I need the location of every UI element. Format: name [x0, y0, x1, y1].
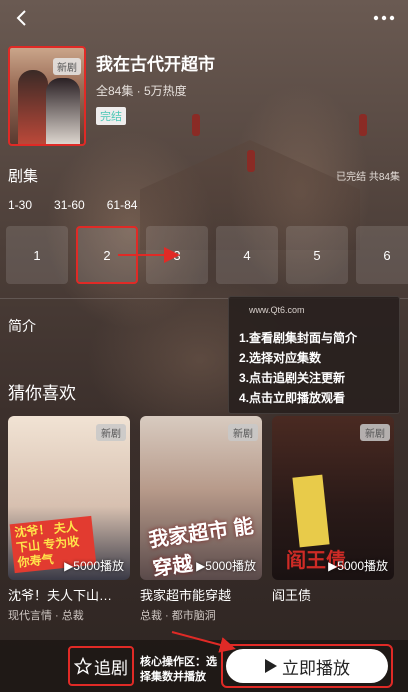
episode-grid: 1 2 3 4 5 6: [6, 226, 408, 284]
star-icon: [74, 657, 92, 675]
episode-button-selected[interactable]: 2: [76, 226, 138, 284]
range-tab[interactable]: 1-30: [8, 198, 32, 212]
play-highlight: 立即播放: [221, 644, 393, 688]
card-title: 我家超市能穿越: [140, 588, 232, 603]
recommend-card[interactable]: 新剧 阎王债 ▶5000播放 阎王债: [272, 416, 394, 607]
back-button[interactable]: [10, 8, 32, 28]
card-tags: 现代言情 · 总裁: [8, 610, 84, 622]
play-icon: ▶: [328, 559, 338, 573]
episodes-summary: 已完结 共84集: [336, 172, 400, 183]
new-badge: 新剧: [228, 424, 258, 441]
play-now-label: 立即播放: [282, 658, 350, 678]
play-icon: [265, 659, 277, 673]
recommend-card[interactable]: 新剧 我家超市 能穿越 ▶5000播放 我家超市能穿越 总裁 · 都市脑洞: [140, 416, 262, 623]
top-bar: [0, 0, 408, 36]
new-badge: 新剧: [53, 58, 81, 75]
play-icon: ▶: [196, 559, 206, 573]
instruction-step: 3.点击追剧关注更新: [239, 371, 346, 385]
play-count-label: 5000播放: [205, 559, 256, 573]
lantern: [359, 114, 367, 136]
episode-button[interactable]: 6: [356, 226, 408, 284]
more-button[interactable]: [370, 8, 398, 28]
recommend-card[interactable]: 新剧 沈爷！ 夫人下山 专为收你寿气 ▶5000播放 沈爷！夫人下山… 现代言情…: [8, 416, 130, 623]
play-count: ▶5000播放: [64, 557, 124, 574]
play-count: ▶5000播放: [328, 557, 388, 574]
cover-figure: [18, 70, 48, 144]
card-poster[interactable]: 新剧 阎王债 ▶5000播放: [272, 416, 394, 580]
episode-button[interactable]: 5: [286, 226, 348, 284]
drama-meta: 全84集 · 5万热度: [96, 84, 187, 98]
play-now-button[interactable]: 立即播放: [226, 649, 388, 683]
drama-cover[interactable]: 新剧: [8, 46, 86, 146]
card-poster[interactable]: 新剧 我家超市 能穿越 ▶5000播放: [140, 416, 262, 580]
follow-button[interactable]: 追剧: [68, 646, 134, 686]
more-icon: [373, 15, 395, 21]
play-count-label: 5000播放: [337, 559, 388, 573]
play-icon: ▶: [64, 559, 74, 573]
intro-heading[interactable]: 简介: [8, 316, 36, 336]
new-badge: 新剧: [96, 424, 126, 441]
lantern: [247, 150, 255, 172]
follow-label: 追剧: [94, 658, 128, 678]
drama-title: 我在古代开超市: [96, 55, 215, 74]
range-tab[interactable]: 31-60: [54, 198, 85, 212]
episode-range-tabs: 1-30 31-60 61-84: [8, 198, 137, 212]
status-badge: 完结: [96, 107, 126, 125]
episode-button[interactable]: 1: [6, 226, 68, 284]
play-count-label: 5000播放: [73, 559, 124, 573]
card-tags: 总裁 · 都市脑洞: [140, 610, 216, 622]
site-watermark: www.Qt6.com: [249, 305, 305, 315]
episode-button[interactable]: 3: [146, 226, 208, 284]
poster-talisman: [292, 474, 330, 548]
episodes-heading: 剧集: [8, 168, 39, 185]
card-title: 阎王债: [272, 588, 312, 603]
cover-figure: [46, 78, 80, 144]
new-badge: 新剧: [360, 424, 390, 441]
back-arrow-icon: [16, 10, 26, 26]
core-operation-note: 核心操作区：选择集数并播放: [140, 656, 217, 683]
card-title: 沈爷！夫人下山…: [8, 588, 113, 603]
instruction-panel: www.Qt6.com 1.查看剧集封面与简介 2.选择对应集数 3.点击追剧关…: [228, 296, 400, 414]
instruction-step: 2.选择对应集数: [239, 351, 322, 365]
instruction-step: 1.查看剧集封面与简介: [239, 331, 358, 345]
episode-button[interactable]: 4: [216, 226, 278, 284]
play-count: ▶5000播放: [196, 557, 256, 574]
range-tab[interactable]: 61-84: [107, 198, 138, 212]
instruction-step: 4.点击立即播放观看: [239, 391, 346, 405]
instruction-list: 1.查看剧集封面与简介 2.选择对应集数 3.点击追剧关注更新 4.点击立即播放…: [239, 328, 357, 408]
lantern: [192, 114, 200, 136]
card-poster[interactable]: 新剧 沈爷！ 夫人下山 专为收你寿气 ▶5000播放: [8, 416, 130, 580]
recommend-heading: 猜你喜欢: [8, 384, 76, 403]
